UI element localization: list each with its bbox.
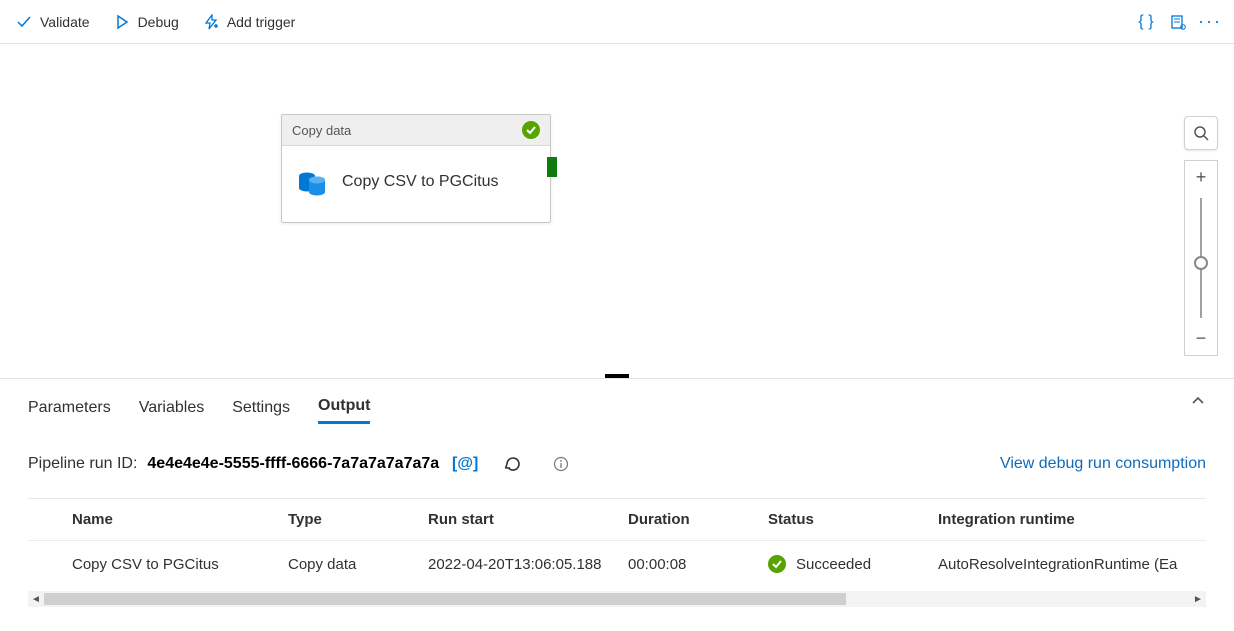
check-icon <box>16 14 32 30</box>
success-badge-icon <box>522 121 540 139</box>
grid-header-row: Name Type Run start Duration Status Inte… <box>28 499 1206 541</box>
col-duration[interactable]: Duration <box>628 499 768 541</box>
pipeline-canvas[interactable]: Copy data Copy CSV to PGCitus + <box>0 44 1234 378</box>
zoom-out-button[interactable]: − <box>1184 322 1218 356</box>
grid-horizontal-scrollbar[interactable]: ◄ ► <box>28 591 1206 607</box>
validate-label: Validate <box>40 14 90 30</box>
run-id-label: Pipeline run ID: <box>28 455 137 473</box>
info-icon[interactable] <box>551 454 571 474</box>
run-id-row: Pipeline run ID: 4e4e4e4e-5555-ffff-6666… <box>28 454 1206 474</box>
cell-status-text: Succeeded <box>796 556 871 573</box>
play-icon <box>114 14 130 30</box>
activity-header: Copy data <box>282 115 550 146</box>
col-integration[interactable]: Integration runtime <box>938 499 1206 541</box>
zoom-in-button[interactable]: + <box>1184 160 1218 194</box>
zoom-thumb[interactable] <box>1194 256 1208 270</box>
tab-settings[interactable]: Settings <box>232 393 290 423</box>
col-type[interactable]: Type <box>288 499 428 541</box>
activity-body: Copy CSV to PGCitus <box>282 146 550 222</box>
cell-type: Copy data <box>288 541 428 588</box>
tab-bar: Parameters Variables Settings Output <box>28 391 1206 424</box>
toolbar-left: Validate Debug Add trigger <box>16 14 295 30</box>
input-payload-icon[interactable]: [@] <box>455 454 475 474</box>
lightning-icon <box>203 14 219 30</box>
col-status[interactable]: Status <box>768 499 938 541</box>
scroll-thumb[interactable] <box>44 593 846 605</box>
tab-output[interactable]: Output <box>318 391 370 424</box>
scroll-left-icon[interactable]: ◄ <box>28 594 44 605</box>
cell-integration: AutoResolveIntegrationRuntime (Ea <box>938 541 1206 588</box>
tab-parameters[interactable]: Parameters <box>28 393 111 423</box>
activity-output-handle[interactable] <box>547 157 557 177</box>
add-trigger-button[interactable]: Add trigger <box>203 14 295 30</box>
col-run-start[interactable]: Run start <box>428 499 628 541</box>
scroll-track[interactable] <box>44 593 1190 605</box>
collapse-panel-icon[interactable] <box>1190 393 1206 414</box>
toolbar: Validate Debug Add trigger { } ··· <box>0 0 1234 44</box>
col-name[interactable]: Name <box>28 499 288 541</box>
refresh-icon[interactable] <box>503 454 523 474</box>
activity-node[interactable]: Copy data Copy CSV to PGCitus <box>281 114 551 223</box>
output-grid: Name Type Run start Duration Status Inte… <box>28 498 1206 607</box>
debug-consumption-link[interactable]: View debug run consumption <box>1000 455 1206 473</box>
bottom-panel: Parameters Variables Settings Output Pip… <box>0 378 1234 631</box>
table-row[interactable]: Copy CSV to PGCitus Copy data 2022-04-20… <box>28 541 1206 588</box>
properties-icon[interactable] <box>1170 14 1186 30</box>
run-id-value: 4e4e4e4e-5555-ffff-6666-7a7a7a7a7a7a <box>147 455 439 473</box>
zoom-rail: + − <box>1184 116 1218 356</box>
code-icon[interactable]: { } <box>1138 14 1154 30</box>
more-icon[interactable]: ··· <box>1202 14 1218 30</box>
success-badge-icon <box>768 555 786 573</box>
validate-button[interactable]: Validate <box>16 14 90 30</box>
canvas-search-button[interactable] <box>1184 116 1218 150</box>
zoom-track-line <box>1200 198 1202 318</box>
activity-name-label: Copy CSV to PGCitus <box>342 173 499 191</box>
zoom-slider[interactable] <box>1184 194 1218 322</box>
activity-type-label: Copy data <box>292 123 351 138</box>
cell-duration: 00:00:08 <box>628 541 768 588</box>
debug-label: Debug <box>138 14 179 30</box>
tab-variables[interactable]: Variables <box>139 393 205 423</box>
scroll-right-icon[interactable]: ► <box>1190 594 1206 605</box>
cell-name: Copy CSV to PGCitus <box>28 541 288 588</box>
cell-status: Succeeded <box>768 541 938 587</box>
cell-run-start: 2022-04-20T13:06:05.188 <box>428 541 628 588</box>
debug-button[interactable]: Debug <box>114 14 179 30</box>
database-icon <box>296 166 328 198</box>
add-trigger-label: Add trigger <box>227 14 295 30</box>
toolbar-right: { } ··· <box>1138 14 1218 30</box>
